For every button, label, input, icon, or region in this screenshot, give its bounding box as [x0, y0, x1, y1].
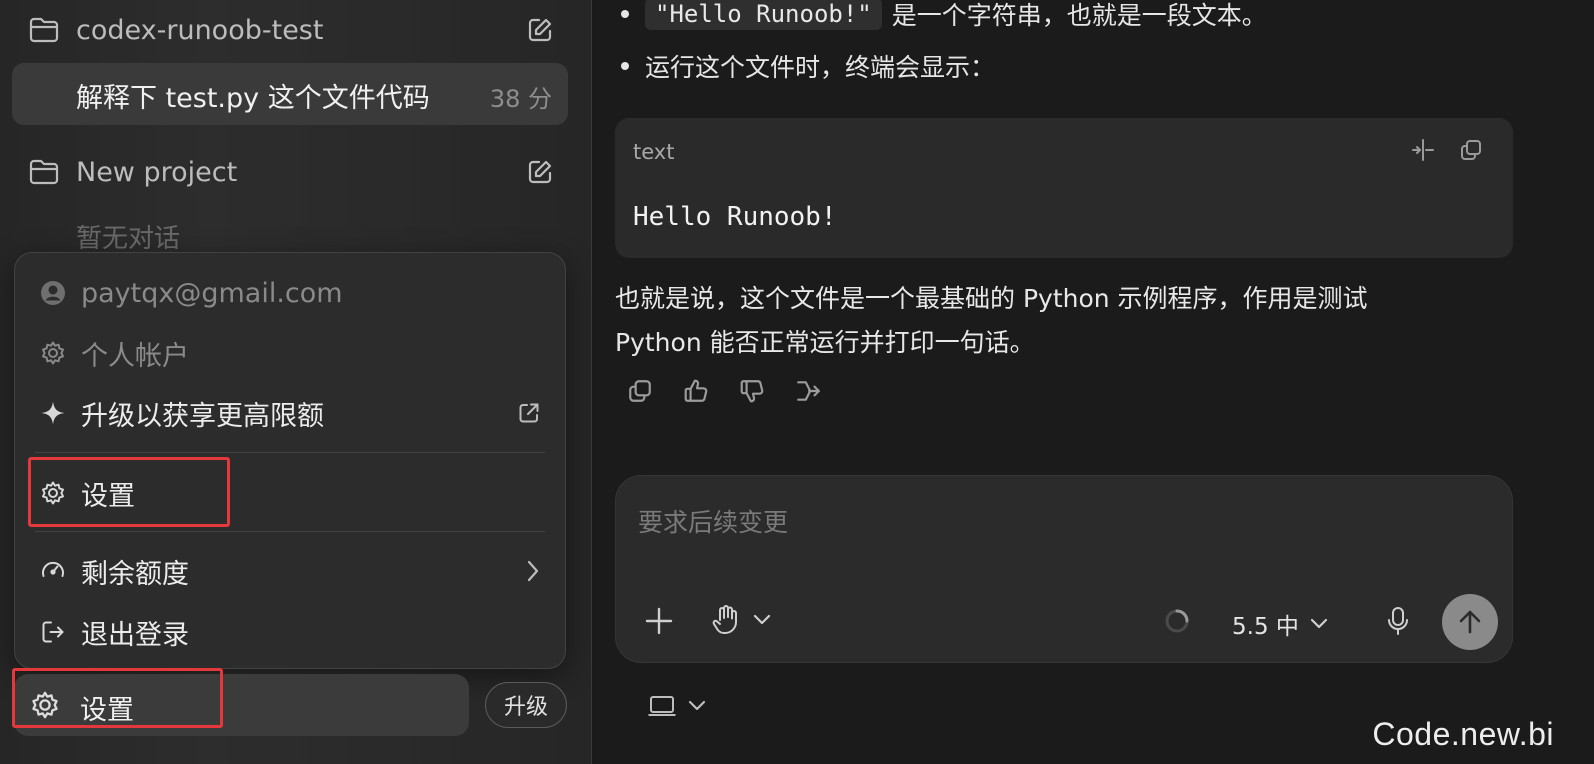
external-link-icon — [517, 401, 541, 425]
microphone-icon[interactable] — [1386, 606, 1410, 636]
send-button[interactable] — [1442, 594, 1498, 650]
bullet-text: 是一个字符串，也就是一段文本。 — [891, 1, 1267, 30]
compose-icon[interactable] — [527, 17, 553, 43]
menu-item-logout[interactable]: 退出登录 — [39, 610, 541, 654]
chat-main: "Hello Runoob!" 是一个字符串，也就是一段文本。 运行这个文件时，… — [593, 0, 1594, 764]
copy-icon[interactable] — [627, 377, 653, 405]
logout-icon — [39, 619, 67, 645]
upgrade-button[interactable]: 升级 — [485, 682, 567, 728]
plus-icon[interactable] — [644, 606, 674, 636]
folder-icon — [28, 16, 60, 44]
menu-item-label: 个人帐户 — [81, 340, 189, 372]
chevron-down-icon — [752, 613, 772, 627]
sidebar: codex-runoob-test 解释下 test.py 这个文件代码 38 … — [0, 0, 592, 764]
menu-item-label: 升级以获享更高限额 — [81, 400, 324, 432]
thread-item-active[interactable]: 解释下 test.py 这个文件代码 38 分 — [12, 63, 568, 125]
copy-icon[interactable] — [1459, 138, 1483, 162]
thread-title: 解释下 test.py 这个文件代码 — [76, 83, 430, 114]
project-row-new-project[interactable]: New project — [28, 152, 237, 192]
account-email: paytqx@gmail.com — [39, 271, 541, 315]
menu-divider — [35, 531, 545, 532]
bullet-dot — [621, 62, 629, 70]
loading-spinner-icon — [1164, 608, 1190, 634]
chevron-down-icon — [1309, 617, 1329, 631]
code-block: text Hello Runoob! — [615, 118, 1513, 258]
project-name: codex-runoob-test — [76, 14, 324, 46]
bullet-item: "Hello Runoob!" 是一个字符串，也就是一段文本。 — [621, 0, 1267, 34]
watermark: Code.new.bi — [1372, 716, 1554, 752]
compose-icon[interactable] — [527, 159, 553, 185]
folder-icon — [28, 158, 60, 186]
follow-up-input[interactable] — [638, 502, 1338, 542]
menu-item-remaining-quota[interactable]: 剩余额度 — [39, 549, 541, 593]
wrap-toggle-icon[interactable] — [1411, 138, 1435, 162]
hand-icon — [712, 604, 740, 636]
menu-item-label: 剩余额度 — [81, 558, 189, 590]
chevron-right-icon — [525, 559, 541, 583]
project-name: New project — [76, 156, 238, 188]
chevron-down-icon — [687, 699, 707, 713]
user-avatar-icon — [39, 280, 67, 306]
gauge-icon — [39, 558, 67, 584]
email-label: paytqx@gmail.com — [81, 277, 343, 309]
environment-selector[interactable] — [647, 694, 707, 718]
thumbs-up-icon[interactable] — [683, 377, 709, 405]
highlight-box-bottom-settings — [12, 668, 223, 728]
bullet-text: 运行这个文件时，终端会显示： — [645, 53, 996, 82]
composer: 5.5 中 — [615, 475, 1513, 663]
laptop-icon — [647, 694, 677, 718]
model-selector[interactable]: 5.5 中 — [1232, 607, 1329, 641]
menu-item-label: 退出登录 — [81, 619, 189, 651]
permission-mode-dropdown[interactable] — [712, 604, 772, 636]
menu-item-upgrade-limits[interactable]: 升级以获享更高限额 — [39, 391, 541, 435]
code-content: Hello Runoob! — [633, 202, 837, 232]
bullet-item: 运行这个文件时，终端会显示： — [621, 46, 995, 86]
project-row-codex-runoob-test[interactable]: codex-runoob-test — [28, 10, 323, 50]
send-arrow-icon — [1456, 608, 1484, 636]
thread-time: 38 分 — [489, 85, 552, 113]
paragraph-line: Python 能否正常运行并打印一句话。 — [615, 328, 1035, 357]
paragraph-line: 也就是说，这个文件是一个最基础的 Python 示例程序，作用是测试 — [615, 284, 1368, 313]
bullet-dot — [621, 10, 629, 18]
model-label: 5.5 中 — [1232, 614, 1299, 640]
response-paragraph: 也就是说，这个文件是一个最基础的 Python 示例程序，作用是测试 Pytho… — [615, 277, 1515, 365]
empty-conversations-note: 暂无对话 — [76, 224, 181, 254]
menu-item-personal-account[interactable]: 个人帐户 — [39, 331, 541, 375]
gear-icon — [39, 340, 67, 366]
share-icon[interactable] — [795, 377, 821, 405]
highlight-box-menu-settings — [28, 457, 230, 527]
message-actions — [627, 377, 821, 405]
menu-divider — [35, 452, 545, 453]
thumbs-down-icon[interactable] — [739, 377, 765, 405]
inline-code: "Hello Runoob!" — [645, 0, 882, 30]
sparkle-icon — [39, 400, 67, 426]
code-language-label: text — [633, 140, 675, 164]
